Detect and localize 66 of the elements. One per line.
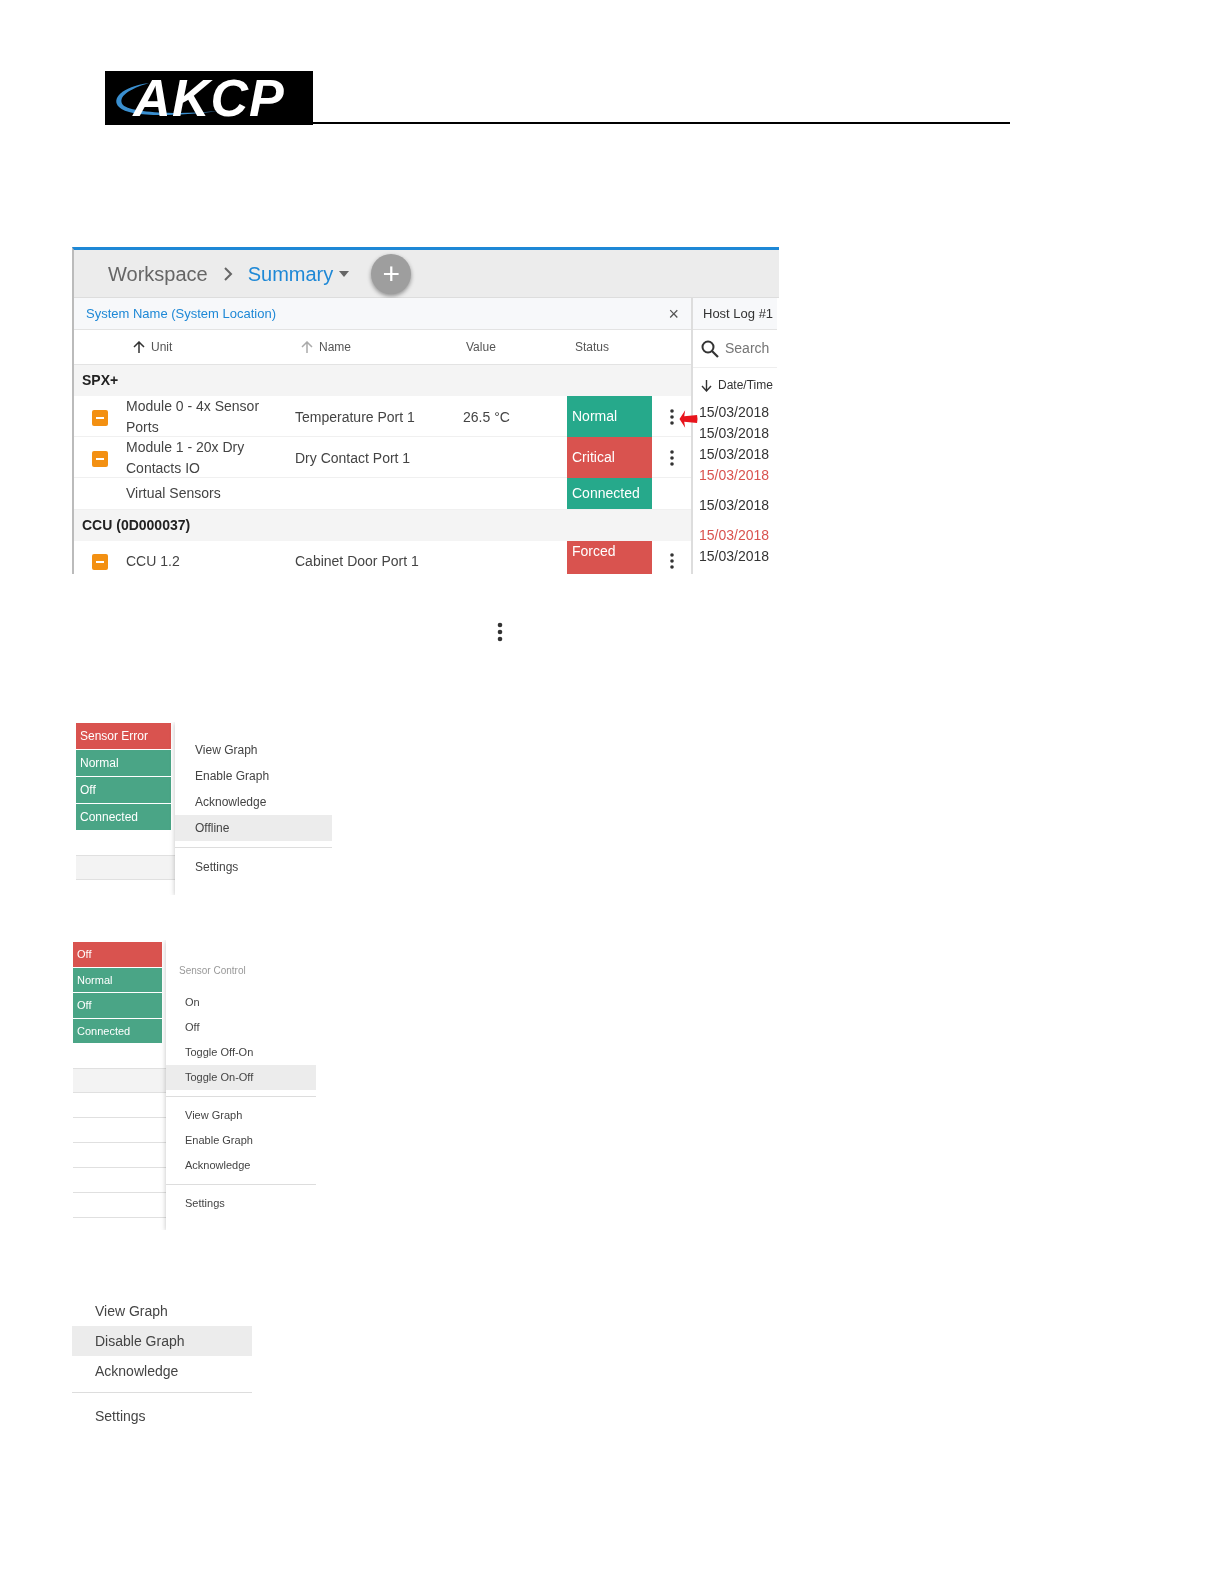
akcp-logo: AKCP [105, 71, 313, 125]
status-badge: Normal [76, 750, 171, 776]
column-header: Value [466, 340, 496, 354]
more-options-button[interactable] [669, 449, 675, 467]
sensor-name: Cabinet Door Port 1 [295, 552, 419, 569]
status-badge: Connected [567, 478, 652, 509]
column-header[interactable]: Name [301, 338, 351, 356]
menu-item[interactable]: Enable Graph [175, 763, 332, 789]
menu-item[interactable]: Settings [72, 1401, 252, 1431]
status-badge: Off [73, 993, 162, 1018]
menu-item[interactable]: View Graph [175, 737, 332, 763]
column-header[interactable]: Unit [133, 338, 173, 356]
log-date: 15/03/2018 [698, 547, 770, 566]
menu-item[interactable]: Acknowledge [72, 1356, 252, 1386]
chevron-icon [221, 266, 234, 281]
log-date: 15/03/2018 [698, 526, 770, 545]
menu-item[interactable]: Settings [166, 1191, 316, 1216]
column-header: Date/Time [718, 377, 773, 394]
column-header: Status [575, 340, 610, 354]
log-date: 15/03/2018 [698, 424, 770, 443]
menu-item[interactable]: On [166, 990, 316, 1015]
unit-name: Module 1 - 20x Dry Contacts IO [126, 439, 245, 476]
group-header: CCU (0D000037) [74, 510, 691, 541]
status-badge: Connected [76, 804, 171, 830]
status-badge: Off [76, 777, 171, 803]
menu-header: Sensor Control [178, 964, 247, 978]
menu-item[interactable]: Disable Graph [72, 1326, 252, 1356]
menu-item[interactable]: Acknowledge [175, 789, 332, 815]
menu-item[interactable]: Off [166, 1015, 316, 1040]
more-options-button[interactable] [669, 552, 675, 570]
close-button[interactable]: × [668, 304, 679, 323]
menu-item[interactable]: Offline [175, 815, 332, 841]
menu-item[interactable]: Enable Graph [166, 1128, 316, 1153]
search-icon [701, 339, 719, 358]
menu-item[interactable]: Settings [175, 854, 332, 880]
sensor-name: Temperature Port 1 [295, 408, 415, 425]
more-options-icon [497, 622, 503, 642]
status-badge: Connected [73, 1018, 162, 1043]
menu-item[interactable]: Acknowledge [166, 1153, 316, 1178]
sensor-name: Dry Contact Port 1 [295, 449, 411, 466]
group-header: SPX+ [74, 365, 691, 396]
log-date: 15/03/2018 [698, 496, 770, 515]
sensor-value: 26.5 °C [463, 408, 510, 425]
log-date: 15/03/2018 [698, 466, 770, 485]
unit-name: CCU 1.2 [126, 552, 180, 569]
status-badge: Critical [567, 437, 652, 479]
log-date: 15/03/2018 [698, 403, 770, 422]
status-badge: Forced [567, 541, 652, 574]
status-badge: Off [73, 942, 162, 967]
panel-title: System Name (System Location) [86, 304, 276, 323]
breadcrumb-link[interactable]: Workspace [108, 258, 208, 289]
more-options-button[interactable] [669, 408, 675, 426]
status-badge: Sensor Error [76, 723, 171, 749]
panel-title: Host Log #1 [693, 298, 777, 330]
status-badge: Normal [567, 396, 652, 438]
menu-item[interactable]: View Graph [166, 1103, 316, 1128]
menu-item[interactable]: View Graph [72, 1296, 252, 1326]
menu-item[interactable]: Toggle On-Off [166, 1065, 316, 1090]
caret-icon[interactable] [339, 270, 350, 277]
menu-item[interactable]: Toggle Off-On [166, 1040, 316, 1065]
sort-arrow-icon [701, 378, 712, 392]
unit-name: Virtual Sensors [126, 485, 221, 501]
status-badge: Normal [73, 967, 162, 992]
log-date: 15/03/2018 [698, 445, 770, 464]
unit-name: Module 0 - 4x Sensor Ports [126, 398, 260, 435]
sort-arrow-icon[interactable] [133, 340, 145, 354]
